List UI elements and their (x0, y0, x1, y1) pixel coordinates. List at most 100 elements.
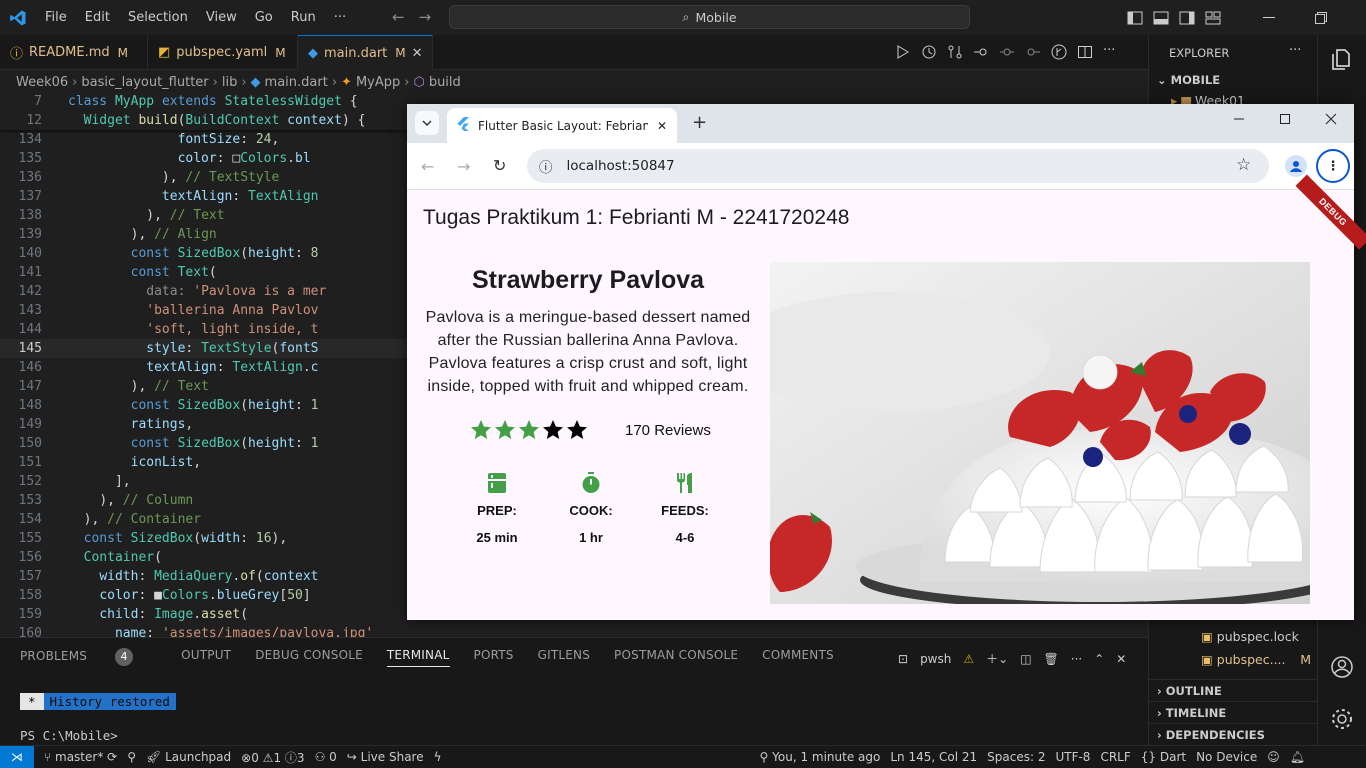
close-panel-icon[interactable]: ✕ (1116, 652, 1126, 666)
remote-icon[interactable]: ⋊ (0, 746, 34, 768)
next-change-icon[interactable] (1025, 44, 1041, 60)
shell-label[interactable]: pwsh (920, 652, 951, 666)
file-pubspec-lock[interactable]: ▣ pubspec.lock (1201, 629, 1299, 644)
tab-output[interactable]: OUTPUT (181, 648, 231, 667)
split-editor-icon[interactable] (1077, 44, 1093, 60)
encoding[interactable]: UTF-8 (1055, 750, 1090, 764)
command-center[interactable]: ⌕ Mobile (449, 5, 970, 29)
back-icon[interactable]: ← (421, 157, 434, 176)
tab-problems[interactable]: PROBLEMS 4 (20, 648, 157, 667)
tab-postman-console[interactable]: POSTMAN CONSOLE (614, 648, 738, 667)
modified-mark: M (395, 46, 406, 60)
gitlens-icon[interactable] (1051, 44, 1067, 60)
problems-item[interactable]: ⊗0 ⚠1 ⓘ3 (241, 749, 304, 766)
indentation[interactable]: Spaces: 2 (987, 750, 1045, 764)
section-outline[interactable]: › OUTLINE (1149, 679, 1318, 702)
flash-icon[interactable]: ϟ (434, 750, 442, 764)
close-window-icon[interactable] (1325, 113, 1337, 129)
history-icon[interactable] (921, 44, 937, 60)
tab-ports[interactable]: PORTS (474, 648, 514, 667)
trash-icon[interactable]: 🗑 (1044, 652, 1059, 666)
breadcrumb-item[interactable]: Week06 (16, 75, 68, 90)
profile-icon[interactable] (1285, 155, 1307, 177)
minimize-icon[interactable] (1233, 113, 1245, 129)
address-bar[interactable]: ⓘ localhost:50847 (527, 149, 1269, 183)
review-count: 170 Reviews (625, 422, 711, 439)
tab-gitlens[interactable]: GITLENS (538, 648, 590, 667)
section-timeline[interactable]: › TIMELINE (1149, 701, 1318, 724)
menu-view[interactable]: View (197, 0, 246, 35)
breadcrumb-item[interactable]: MyApp (356, 75, 400, 90)
liveshare-item[interactable]: ↪ Live Share (347, 750, 424, 764)
line-number: 145 (18, 341, 42, 356)
split-terminal-icon[interactable]: ◫ (1020, 652, 1031, 666)
tab-comments[interactable]: COMMENTS (762, 648, 834, 667)
blame-item[interactable]: ⚲ You, 1 minute ago (760, 750, 881, 764)
maximize-icon[interactable] (1279, 113, 1291, 129)
launchpad-item[interactable]: 🚀︎ Launchpad (146, 750, 231, 764)
browser-tab[interactable]: Flutter Basic Layout: Febrianti M ✕ (447, 108, 677, 143)
breadcrumb-item[interactable]: build (429, 75, 461, 90)
more-actions-icon[interactable]: ··· (1103, 44, 1119, 60)
breadcrumb-item[interactable]: basic_layout_flutter (81, 75, 208, 90)
tab-main-dart[interactable]: ◆ main.dart M ✕ (298, 35, 433, 70)
minimize-icon[interactable] (1261, 10, 1277, 26)
tab-readme[interactable]: ⓘ README.md M (0, 35, 148, 70)
compare-icon[interactable] (947, 44, 963, 60)
tab-search-icon[interactable] (415, 111, 439, 135)
language-mode[interactable]: {} Dart (1141, 750, 1186, 764)
menu-run[interactable]: Run (282, 0, 325, 35)
browser-menu-icon[interactable]: ⋮ (1316, 149, 1350, 183)
run-debug-icon[interactable] (895, 44, 911, 60)
device-selector[interactable]: No Device (1196, 750, 1257, 764)
cursor-position[interactable]: Ln 145, Col 21 (890, 750, 977, 764)
back-arrow-icon[interactable]: ← (392, 8, 405, 26)
breadcrumb-item[interactable]: lib (222, 75, 237, 90)
breadcrumb-item[interactable]: main.dart (265, 75, 328, 90)
account-status-icon[interactable]: ⚲ (127, 750, 136, 764)
new-tab-icon[interactable]: + (692, 112, 707, 133)
menu-edit[interactable]: Edit (76, 0, 119, 35)
close-tab-icon[interactable]: ✕ (412, 46, 423, 61)
toggle-panel-icon[interactable] (1153, 10, 1169, 26)
explorer-root[interactable]: ⌄ MOBILE (1157, 73, 1220, 87)
forward-icon[interactable]: → (457, 157, 470, 176)
section-dependencies[interactable]: › DEPENDENCIES (1149, 723, 1318, 746)
menu-selection[interactable]: Selection (119, 0, 197, 35)
tab-pubspec[interactable]: ◩ pubspec.yaml M (148, 35, 298, 70)
notifications-icon[interactable]: 🔔︎ (1290, 750, 1305, 764)
toggle-sidebar-icon[interactable] (1127, 10, 1143, 26)
end-of-line[interactable]: CRLF (1100, 750, 1130, 764)
ports-item[interactable]: ⚇ 0 (315, 750, 337, 764)
copilot-icon[interactable]: ☺ (1267, 750, 1280, 764)
go-back-change-icon[interactable] (973, 44, 989, 60)
bookmark-star-icon[interactable]: ☆ (1236, 155, 1251, 175)
add-terminal-icon[interactable]: ＋⌄ (986, 650, 1008, 667)
branch-item[interactable]: ⑂ master* ⟳ (44, 750, 117, 764)
forward-arrow-icon[interactable]: → (419, 8, 432, 26)
reload-icon[interactable]: ↻ (493, 156, 506, 175)
code-text: ), // Text (146, 208, 225, 223)
account-icon[interactable] (1330, 655, 1354, 683)
explorer-icon[interactable] (1330, 47, 1354, 75)
customize-layout-icon[interactable] (1205, 10, 1221, 26)
settings-gear-icon[interactable] (1330, 707, 1354, 735)
site-info-icon[interactable]: ⓘ (539, 156, 553, 176)
terminal-prompt[interactable]: PS C:\Mobile> (20, 728, 118, 743)
restore-icon[interactable] (1313, 10, 1329, 26)
menu-file[interactable]: File (36, 0, 76, 35)
recipe-description: Pavlova is a meringue-based dessert name… (425, 309, 751, 395)
tab-terminal[interactable]: TERMINAL (386, 648, 450, 667)
code-text: color: □Colors.bl (177, 151, 311, 166)
more-icon[interactable]: ··· (1071, 652, 1082, 666)
commit-icon[interactable] (999, 44, 1015, 60)
file-pubspec-yaml[interactable]: ▣ pubspec.... M (1201, 652, 1311, 667)
close-tab-icon[interactable]: ✕ (657, 119, 667, 133)
maximize-panel-icon[interactable]: ⌃ (1094, 652, 1104, 666)
line-number: 143 (18, 303, 42, 318)
menu-go[interactable]: Go (246, 0, 282, 35)
toggle-secondary-sidebar-icon[interactable] (1179, 10, 1195, 26)
tab-debug-console[interactable]: DEBUG CONSOLE (255, 648, 363, 667)
menu-more[interactable]: ··· (325, 0, 355, 35)
more-icon[interactable]: ··· (1289, 43, 1301, 58)
